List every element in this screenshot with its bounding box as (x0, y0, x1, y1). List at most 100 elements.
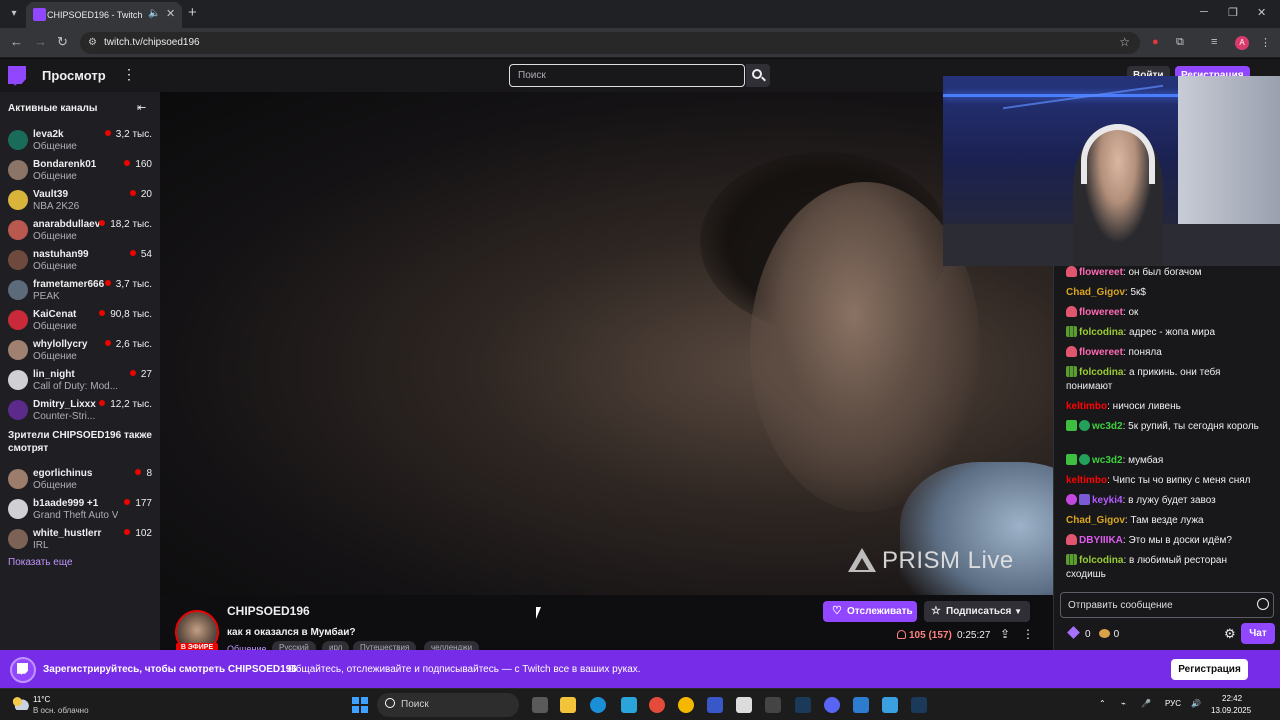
new-tab-icon[interactable]: + (188, 4, 197, 21)
chat-username[interactable]: keyki4 (1092, 495, 1123, 506)
chrome-icon[interactable] (649, 697, 665, 713)
chat-send-button[interactable]: Чат (1241, 623, 1275, 644)
sidebar-channel-item[interactable]: Bondarenk01 Общение 160 (0, 156, 160, 186)
chat-username[interactable]: flowereet (1079, 347, 1123, 358)
weather-icon[interactable] (11, 696, 29, 710)
chat-username[interactable]: Chad_Gigov (1066, 515, 1125, 526)
network-icon[interactable]: ⌁ (1121, 699, 1126, 708)
tray-chevron-icon[interactable]: ⌃ (1099, 699, 1106, 708)
site-info-icon[interactable]: ⚙ (88, 37, 97, 48)
heart-badge-icon[interactable] (1066, 306, 1077, 317)
chat-username[interactable]: folcodina (1079, 555, 1123, 566)
browser-menu-icon[interactable]: ⋮ (1260, 36, 1271, 49)
close-tab-icon[interactable]: ✕ (166, 7, 175, 20)
mic-icon[interactable]: 🎤 (1141, 699, 1151, 708)
twitch-logo-icon[interactable] (8, 66, 26, 86)
clock-date[interactable]: 13.09.2025 (1211, 706, 1251, 715)
chart-app-icon[interactable] (707, 697, 723, 713)
maximize-icon[interactable]: ❐ (1228, 6, 1238, 19)
chat-message-input[interactable] (1060, 592, 1274, 618)
language-indicator[interactable]: РУС (1165, 699, 1181, 708)
forward-icon[interactable]: → (34, 34, 47, 49)
chat-username[interactable]: flowereet (1079, 267, 1123, 278)
pb-badge-icon[interactable] (1079, 494, 1090, 505)
chat-username[interactable]: folcodina (1079, 327, 1123, 338)
sidebar-channel-item[interactable]: anarabdullaev Общение 18,2 тыс. (0, 216, 160, 246)
back-icon[interactable]: ← (10, 34, 23, 49)
extensions-puzzle-icon[interactable]: ⧉ (1176, 36, 1184, 49)
emote-picker-icon[interactable] (1257, 598, 1269, 610)
video-player[interactable]: PRISM Live (160, 92, 1053, 595)
sidebar-channel-item[interactable]: egorlichinus Общение 8 (0, 465, 160, 495)
chat-username[interactable]: Chad_Gigov (1066, 287, 1125, 298)
reload-icon[interactable]: ↻ (57, 34, 68, 50)
sidebar-channel-item[interactable]: Vault39 NBA 2K26 20 (0, 186, 160, 216)
sidebar-channel-item[interactable]: b1aade999 +1 Grand Theft Auto V 177 (0, 495, 160, 525)
extension-icon[interactable]: ● (1152, 36, 1159, 48)
browse-link[interactable]: Просмотр (42, 68, 106, 83)
bars-badge-icon[interactable] (1066, 366, 1077, 377)
discord-icon[interactable] (824, 697, 840, 713)
check-badge-icon[interactable] (1066, 420, 1077, 431)
sidebar-channel-item[interactable]: Dmitry_Lixxx Counter-Stri... 12,2 тыс. (0, 396, 160, 426)
chat-username[interactable]: keltimbo (1066, 401, 1107, 412)
url-field[interactable]: ⚙ twitch.tv/chipsoed196 ☆ (80, 32, 1140, 54)
sidebar-channel-item[interactable]: whylollycry Общение 2,6 тыс. (0, 336, 160, 366)
chat-username[interactable]: wc3d2 (1092, 421, 1123, 432)
collapse-sidebar-icon[interactable]: ⇤ (137, 101, 146, 114)
more-options-icon[interactable]: ⋮ (1022, 627, 1034, 641)
chat-username[interactable]: DBYIIIKA (1079, 535, 1123, 546)
windows-start-icon[interactable] (352, 697, 368, 713)
volume-icon[interactable]: 🔊 (1191, 699, 1201, 708)
telegram-icon[interactable] (621, 697, 637, 713)
channel-points[interactable]: 00 (1067, 626, 1119, 640)
leaf-badge-icon[interactable] (1079, 454, 1090, 465)
sidebar-channel-item[interactable]: lin_night Call of Duty: Mod... 27 (0, 366, 160, 396)
bookmark-star-icon[interactable]: ☆ (1119, 35, 1130, 49)
steam-icon[interactable] (795, 697, 811, 713)
chat-settings-gear-icon[interactable]: ⚙ (1224, 626, 1236, 642)
photos-icon[interactable] (882, 697, 898, 713)
search-input[interactable] (509, 64, 745, 87)
banner-signup-button[interactable]: Регистрация (1171, 659, 1248, 680)
edge-icon[interactable] (590, 697, 606, 713)
tab-search-icon[interactable]: ▾ (6, 6, 22, 22)
bars-badge-icon[interactable] (1066, 554, 1077, 565)
subscribe-button[interactable]: ☆ Подписаться ▼ (924, 601, 1030, 622)
sidebar-channel-item[interactable]: KaiCenat Общение 90,8 тыс. (0, 306, 160, 336)
sidebar-channel-item[interactable]: white_hustlerr IRL 102 (0, 525, 160, 555)
follow-button[interactable]: ♡ Отслеживать (823, 601, 917, 622)
leaf-badge-icon[interactable] (1079, 420, 1090, 431)
notepad-icon[interactable] (853, 697, 869, 713)
chat-username[interactable]: keltimbo (1066, 475, 1107, 486)
app-icon[interactable] (736, 697, 752, 713)
browser-profile-avatar[interactable]: A (1235, 36, 1249, 50)
search-button[interactable] (746, 64, 770, 87)
heart-badge-icon[interactable] (1066, 534, 1077, 545)
browser-tab[interactable]: CHIPSOED196 - Twitch 🔈 ✕ (26, 2, 182, 28)
yandex-icon[interactable] (678, 697, 694, 713)
sidebar-channel-item[interactable]: nastuhan99 Общение 54 (0, 246, 160, 276)
bars-badge-icon[interactable] (1066, 326, 1077, 337)
streamer-name[interactable]: CHIPSOED196 (227, 604, 310, 618)
show-more-link[interactable]: Показать еще (8, 557, 73, 568)
heart-badge-icon[interactable] (1066, 266, 1077, 277)
share-icon[interactable]: ⇪ (1000, 627, 1010, 641)
chat-username[interactable]: flowereet (1079, 307, 1123, 318)
purple-badge-icon[interactable] (1066, 494, 1077, 505)
clock-time[interactable]: 22:42 (1222, 694, 1242, 703)
sidebar-channel-item[interactable]: leva2k Общение 3,2 тыс. (0, 126, 160, 156)
obs-icon[interactable] (765, 697, 781, 713)
check-badge-icon[interactable] (1066, 454, 1077, 465)
close-window-icon[interactable]: ✕ (1257, 6, 1266, 19)
more-menu-icon[interactable]: ⋮ (122, 66, 136, 83)
taskbar-search[interactable]: Поиск (377, 693, 519, 717)
task-view-icon[interactable] (532, 697, 548, 713)
heart-badge-icon[interactable] (1066, 346, 1077, 357)
speaker-icon[interactable]: 🔈 (148, 8, 160, 19)
file-explorer-icon[interactable] (560, 697, 576, 713)
minimize-icon[interactable]: ─ (1200, 6, 1208, 18)
steam-icon-2[interactable] (911, 697, 927, 713)
chat-username[interactable]: folcodina (1079, 367, 1123, 378)
media-control-icon[interactable]: ≡ (1211, 36, 1217, 48)
